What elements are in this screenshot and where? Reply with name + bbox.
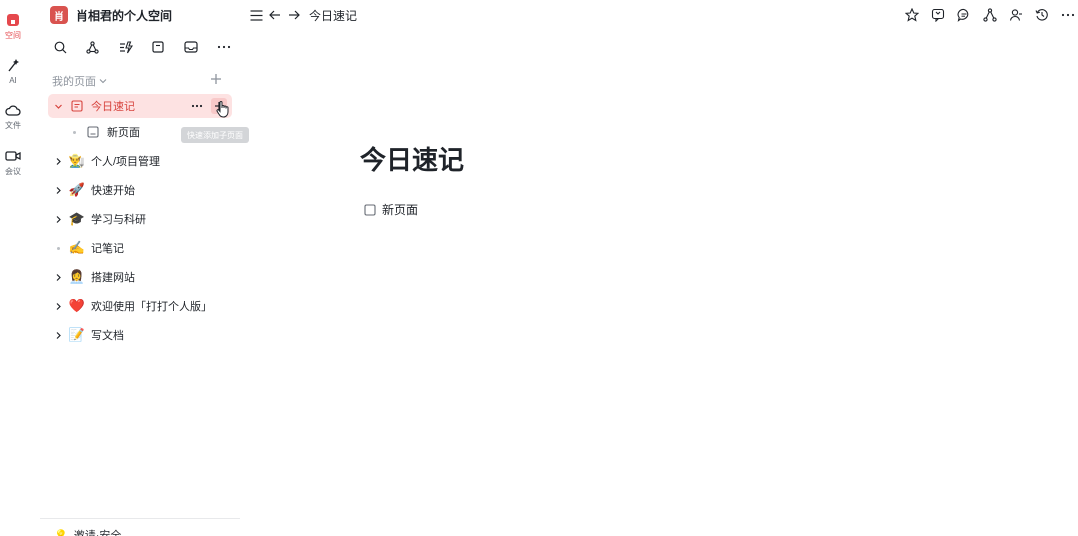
chevron-right-icon[interactable] — [51, 154, 65, 168]
graph-icon[interactable] — [85, 39, 101, 55]
topbar: 今日速记 — [248, 6, 357, 24]
lightbulb-emoji-icon: 💡 — [54, 529, 68, 536]
comment-icon[interactable] — [955, 6, 973, 24]
rail-label: 文件 — [5, 121, 21, 130]
tree-item-write-docs[interactable]: 📝 写文档 — [48, 323, 232, 347]
rocket-emoji-icon: 🚀 — [68, 182, 86, 197]
rail-label: 空间 — [5, 31, 21, 40]
farmer-emoji-icon: 👨‍🌾 — [68, 153, 86, 168]
chevron-right-icon[interactable] — [51, 299, 65, 313]
tree-item-label: 记笔记 — [91, 243, 124, 255]
search-icon[interactable] — [52, 39, 68, 55]
chevron-right-icon[interactable] — [51, 270, 65, 284]
tree-item-welcome[interactable]: ❤️ 欢迎使用「打打个人版」 — [48, 294, 232, 318]
more-icon[interactable] — [216, 39, 232, 55]
top-actions — [903, 6, 1078, 24]
tree-item-quick-start[interactable]: 🚀 快速开始 — [48, 178, 232, 202]
writing-hand-emoji-icon: ✍️ — [68, 240, 86, 255]
bullet-dot — [67, 125, 81, 139]
rail-label: 会议 — [5, 167, 21, 176]
forward-arrow-icon[interactable] — [286, 7, 302, 23]
space-switcher[interactable]: 肖 肖相君的个人空间 — [50, 6, 172, 24]
tree-item-label: 欢迎使用「打打个人版」 — [91, 301, 212, 313]
rail-item-space[interactable]: 空间 — [0, 12, 26, 40]
subpage-link-label: 新页面 — [382, 203, 419, 217]
page-title[interactable]: 今日速记 — [360, 140, 464, 177]
tree-item-label: 个人/项目管理 — [91, 156, 161, 168]
star-icon[interactable] — [903, 6, 921, 24]
chevron-right-icon[interactable] — [51, 328, 65, 342]
plugin-icon[interactable] — [929, 6, 947, 24]
tree-item-today-notes[interactable]: 今日速记 — [48, 94, 232, 118]
shortcut-icon[interactable] — [118, 39, 134, 55]
hand-cursor-icon — [216, 100, 232, 120]
space-name: 肖相君的个人空间 — [76, 8, 173, 23]
heart-emoji-icon: ❤️ — [68, 298, 86, 313]
breadcrumb[interactable]: 今日速记 — [309, 7, 357, 24]
tree-item-label: 搭建网站 — [91, 272, 135, 284]
back-arrow-icon[interactable] — [267, 7, 283, 23]
document-icon — [364, 203, 376, 216]
tree-item-label: 学习与科研 — [91, 214, 146, 226]
chevron-right-icon[interactable] — [51, 212, 65, 226]
rail-label: AI — [9, 76, 17, 85]
footer-label: 邀请·安全 — [73, 530, 122, 536]
menu-icon[interactable] — [248, 7, 264, 23]
bullet-dot — [51, 241, 65, 255]
magic-wand-icon — [5, 57, 21, 73]
document-icon — [69, 98, 85, 114]
inbox-icon[interactable] — [183, 39, 199, 55]
more-icon[interactable] — [1059, 6, 1077, 24]
memo-emoji-icon: 📝 — [68, 327, 86, 342]
sidebar-divider — [40, 518, 240, 519]
cloud-icon — [5, 102, 21, 118]
space-avatar: 肖 — [50, 6, 68, 24]
app-rail: 空间 AI 文件 会议 — [0, 0, 26, 536]
rail-item-files[interactable]: 文件 — [0, 102, 26, 130]
graph-icon[interactable] — [981, 6, 999, 24]
tree-item-label: 新页面 — [107, 127, 140, 139]
add-page-icon[interactable] — [209, 72, 223, 86]
graduation-cap-emoji-icon: 🎓 — [68, 211, 86, 226]
sidebar-footer[interactable]: 💡 邀请·安全 — [54, 527, 121, 536]
tree-item-label: 快速开始 — [91, 185, 135, 197]
office-worker-emoji-icon: 👩‍💼 — [68, 269, 86, 284]
tooltip: 快速添加子页面 — [181, 127, 249, 143]
tree-item-build-website[interactable]: 👩‍💼 搭建网站 — [48, 265, 232, 289]
sidebar: 肖 肖相君的个人空间 我的页面 — [40, 0, 240, 536]
home-icon — [5, 12, 21, 28]
share-user-icon[interactable] — [1007, 6, 1025, 24]
video-icon — [5, 148, 21, 164]
tree-item-label: 写文档 — [91, 330, 124, 342]
rail-item-ai[interactable]: AI — [0, 57, 26, 85]
sidebar-toolbar — [52, 39, 232, 55]
more-icon[interactable] — [190, 99, 204, 113]
section-my-pages[interactable]: 我的页面 — [52, 73, 107, 89]
chevron-right-icon[interactable] — [51, 183, 65, 197]
rail-item-meeting[interactable]: 会议 — [0, 148, 26, 176]
tree-item-notes[interactable]: ✍️ 记笔记 — [48, 236, 232, 260]
document-icon — [85, 124, 101, 140]
template-icon[interactable] — [150, 39, 166, 55]
section-label: 我的页面 — [52, 76, 96, 88]
history-icon[interactable] — [1033, 6, 1051, 24]
tree-item-label: 今日速记 — [91, 101, 135, 113]
subpage-link[interactable]: 新页面 — [364, 201, 418, 218]
tree-item-project-management[interactable]: 👨‍🌾 个人/项目管理 — [48, 149, 232, 173]
tree-item-study-research[interactable]: 🎓 学习与科研 — [48, 207, 232, 231]
chevron-down-icon[interactable] — [51, 99, 65, 113]
chevron-down-icon — [99, 78, 107, 84]
